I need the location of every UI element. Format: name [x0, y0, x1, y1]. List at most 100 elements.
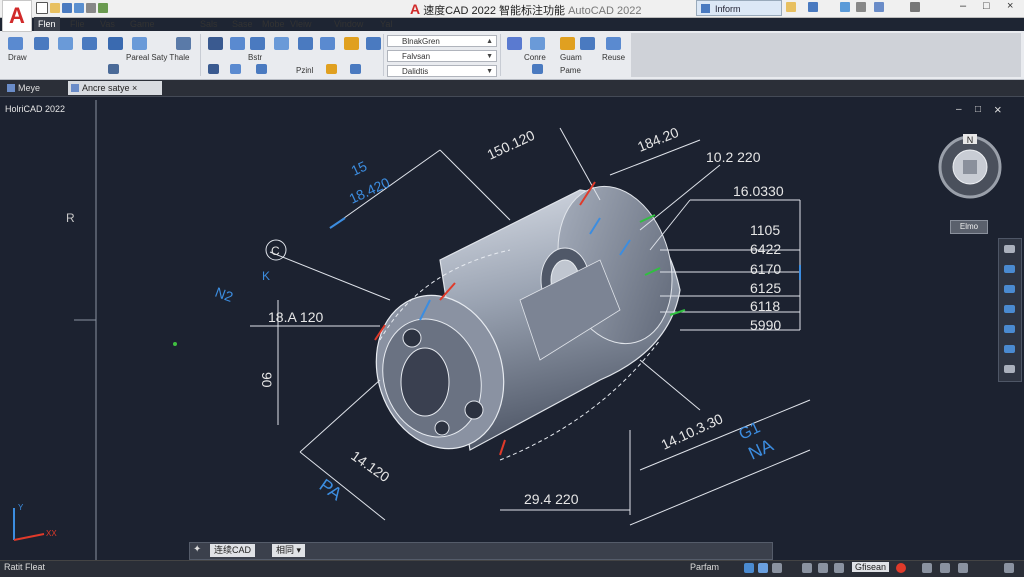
close-tab-icon[interactable]: ×: [132, 83, 137, 93]
explode-tool-icon[interactable]: [326, 64, 337, 74]
tab-home[interactable]: Flen: [34, 17, 60, 31]
tab-10[interactable]: Yal: [376, 17, 396, 31]
model-space-toggle[interactable]: Parfam: [690, 562, 719, 572]
maximize-button[interactable]: □: [983, 0, 990, 12]
steering-wheel-icon[interactable]: [1004, 245, 1015, 253]
svg-text:XX: XX: [46, 529, 57, 538]
union-tool-icon[interactable]: [132, 37, 147, 50]
view-manager-icon[interactable]: [606, 37, 621, 50]
linetype-dropdown[interactable]: Dalidtis ▼: [387, 65, 497, 77]
line-tool-icon[interactable]: [8, 37, 23, 50]
workspace-button[interactable]: Gfisean: [852, 562, 890, 572]
viewcube-north[interactable]: N: [967, 135, 974, 145]
stretch-tool-icon[interactable]: [208, 64, 219, 74]
part-body[interactable]: [357, 173, 689, 465]
model-layout-label[interactable]: Ratit Fleat: [4, 562, 45, 572]
tab-drawing[interactable]: Ancre satye ×: [68, 81, 162, 95]
rotate-tool-icon[interactable]: [230, 37, 245, 50]
move-tool-icon[interactable]: [208, 37, 223, 50]
grid-icon[interactable]: [744, 563, 754, 573]
color-dropdown[interactable]: Falvsan ▼: [387, 50, 497, 62]
viewcube[interactable]: N: [936, 133, 1004, 201]
copy-tool-icon[interactable]: [250, 37, 265, 50]
exchange-icon[interactable]: [808, 2, 818, 12]
autocad-logo-button[interactable]: A: [2, 0, 32, 32]
chevron-down-icon: ▼: [486, 68, 493, 75]
left-r-label: R: [66, 211, 75, 225]
mirror-tool-icon[interactable]: [274, 37, 289, 50]
new-file-icon[interactable]: [36, 2, 48, 14]
sphere-tool-icon[interactable]: [108, 37, 123, 50]
erase-tool-icon[interactable]: [344, 37, 359, 50]
showmotion-icon[interactable]: [1004, 325, 1015, 333]
settings-icon[interactable]: [856, 2, 866, 12]
tab-start[interactable]: Meye: [4, 81, 44, 95]
tab-6[interactable]: Sase: [228, 17, 257, 31]
dim-text: 5990: [750, 317, 781, 333]
tab-2[interactable]: Flie: [66, 17, 89, 31]
isolate-icon[interactable]: [896, 563, 906, 573]
print-icon[interactable]: [86, 3, 96, 13]
small-tool-icon[interactable]: [108, 64, 119, 74]
open-folder-icon[interactable]: [50, 3, 60, 13]
help-icon[interactable]: [874, 2, 884, 12]
minimize-button[interactable]: –: [960, 0, 966, 12]
chevron-down-icon: ▲: [486, 38, 493, 45]
extrude-tool-icon[interactable]: [58, 37, 73, 50]
dim-text: 14.120: [348, 447, 392, 485]
offset-tool-icon[interactable]: [256, 64, 267, 74]
tab-8[interactable]: Vleiw: [286, 17, 316, 31]
tab-drawing-label: Ancre satye: [82, 83, 130, 93]
tab-5[interactable]: Sals: [196, 17, 222, 31]
tab-7[interactable]: Mobe: [258, 17, 289, 31]
polar-icon[interactable]: [802, 563, 812, 573]
snap-icon[interactable]: [758, 563, 768, 573]
command-dropdown[interactable]: 相同 ▾: [272, 544, 306, 557]
pame-label: Pame: [560, 66, 581, 75]
save-icon[interactable]: [62, 3, 72, 13]
menu-icon[interactable]: [1004, 563, 1014, 573]
orbit-icon[interactable]: [1004, 305, 1015, 313]
join-tool-icon[interactable]: [350, 64, 361, 74]
view-tool-icon[interactable]: [176, 37, 191, 50]
tab-3[interactable]: Vas: [96, 17, 119, 31]
tab-4[interactable]: Game: [126, 17, 159, 31]
pan-icon[interactable]: [1004, 265, 1015, 273]
customize-icon[interactable]: [958, 563, 968, 573]
clean-screen-icon[interactable]: [940, 563, 950, 573]
zoom-icon[interactable]: [1004, 285, 1015, 293]
command-settings-icon[interactable]: ✦: [193, 544, 201, 555]
dim-text: 6170: [750, 261, 781, 277]
undo-icon[interactable]: [98, 3, 108, 13]
layer-dropdown[interactable]: BlnakGren ▲: [387, 35, 497, 47]
trim-tool-icon[interactable]: [320, 37, 335, 50]
search-input[interactable]: Inform: [696, 0, 782, 16]
block-tool-icon[interactable]: [530, 37, 545, 50]
dim-text: 18.A 120: [268, 309, 323, 325]
account-icon[interactable]: [910, 2, 920, 12]
look-icon[interactable]: [1004, 345, 1015, 353]
ortho-icon[interactable]: [772, 563, 782, 573]
fillet-tool-icon[interactable]: [298, 37, 313, 50]
measure-tool-icon[interactable]: [560, 37, 575, 50]
save-as-icon[interactable]: [74, 3, 84, 13]
box-tool-icon[interactable]: [34, 37, 49, 50]
dim-text: 150.120: [485, 127, 538, 163]
share-icon[interactable]: [840, 2, 850, 12]
insert-tool-icon[interactable]: [532, 64, 543, 74]
zoom-tool-icon[interactable]: [580, 37, 595, 50]
wcs-menu[interactable]: Elmo: [950, 220, 988, 234]
scale-tool-icon[interactable]: [230, 64, 241, 74]
hardware-icon[interactable]: [922, 563, 932, 573]
array-tool-icon[interactable]: [366, 37, 381, 50]
annotation-icon[interactable]: [834, 563, 844, 573]
command-prompt[interactable]: 连续CAD: [210, 544, 256, 557]
user-icon[interactable]: [786, 2, 796, 12]
osnap-icon[interactable]: [818, 563, 828, 573]
nav-menu-icon[interactable]: [1004, 365, 1015, 373]
paste-tool-icon[interactable]: [507, 37, 522, 50]
revolve-tool-icon[interactable]: [82, 37, 97, 50]
cad-drawing[interactable]: R Y XX 15 18.420 150.120 184.20 10.2 220…: [0, 97, 1024, 560]
tab-9[interactable]: Vindow: [330, 17, 367, 31]
close-button[interactable]: ×: [1007, 0, 1013, 12]
